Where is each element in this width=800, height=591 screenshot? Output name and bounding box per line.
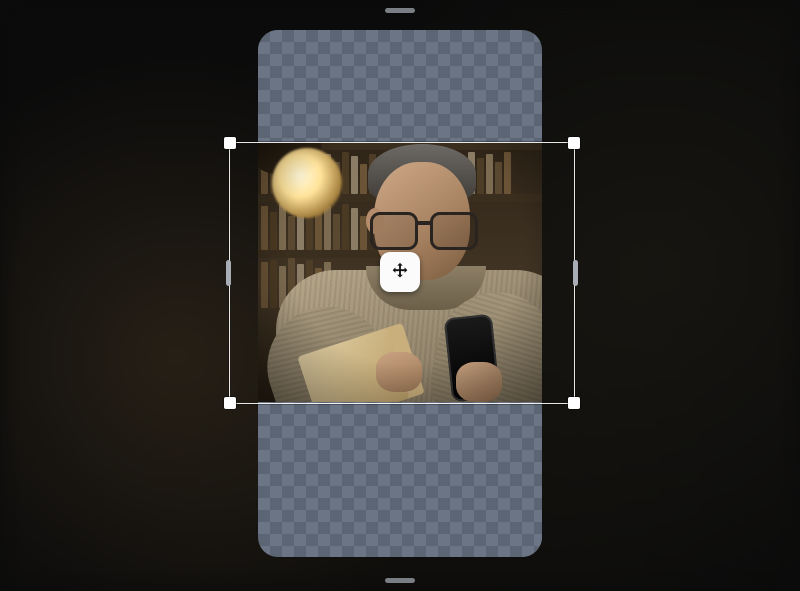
- aspect-handle-top[interactable]: [385, 8, 415, 13]
- crop-handle-right[interactable]: [573, 260, 578, 286]
- editor-stage: [0, 0, 800, 591]
- crop-handle-top-left[interactable]: [224, 137, 236, 149]
- crop-handle-top-right[interactable]: [568, 137, 580, 149]
- move-arrows-icon: [389, 261, 411, 283]
- aspect-handle-bottom[interactable]: [385, 578, 415, 583]
- move-handle[interactable]: [380, 252, 420, 292]
- crop-handle-left[interactable]: [226, 260, 231, 286]
- crop-handle-bottom-left[interactable]: [224, 397, 236, 409]
- crop-handle-bottom-right[interactable]: [568, 397, 580, 409]
